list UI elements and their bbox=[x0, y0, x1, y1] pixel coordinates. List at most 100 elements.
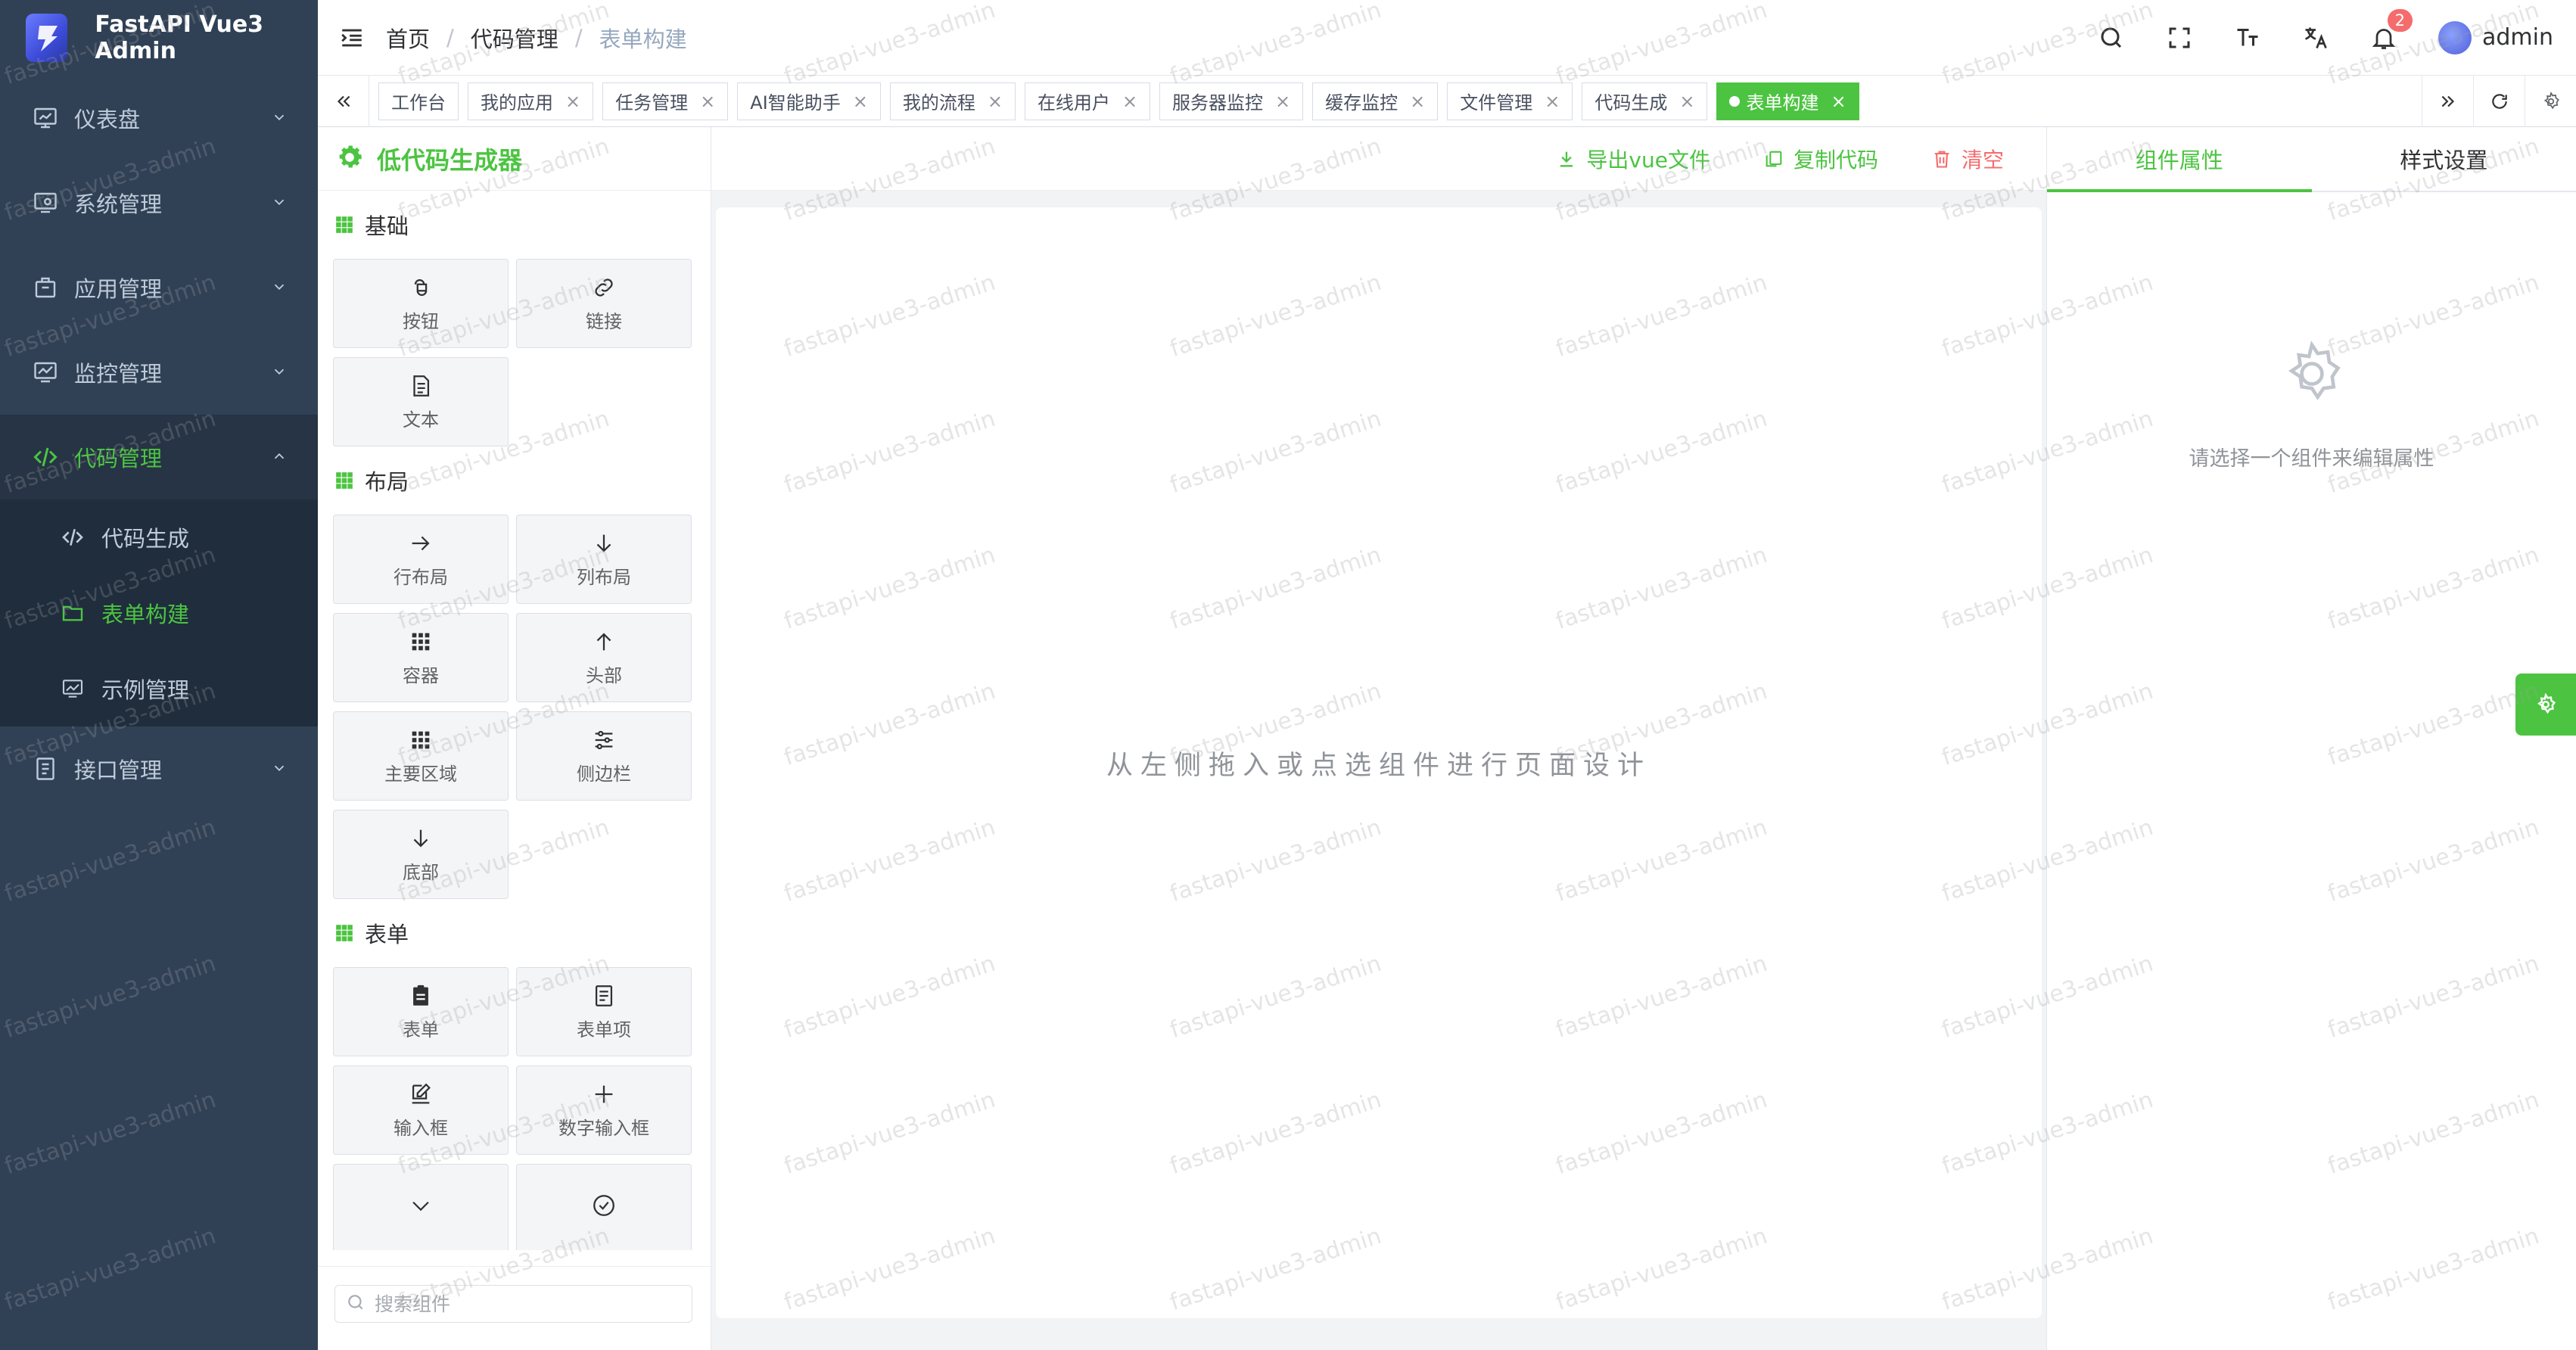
bell-icon[interactable]: 2 bbox=[2370, 8, 2413, 51]
close-icon[interactable]: × bbox=[853, 91, 868, 112]
component-card[interactable]: 表单 bbox=[333, 967, 509, 1056]
form-item-icon bbox=[595, 985, 613, 1006]
settings-float-button[interactable] bbox=[2515, 673, 2576, 736]
fullscreen-icon[interactable] bbox=[2166, 24, 2193, 51]
component-card[interactable]: 链接 bbox=[516, 259, 692, 348]
tab-label: 服务器监控 bbox=[1172, 92, 1264, 114]
tab-label: 在线用户 bbox=[1037, 92, 1110, 114]
close-icon[interactable]: × bbox=[1275, 91, 1290, 112]
refresh-icon[interactable] bbox=[2473, 75, 2525, 127]
arrow-up-icon bbox=[596, 632, 611, 650]
close-icon[interactable]: × bbox=[1679, 91, 1694, 112]
tab-label: 表单构建 bbox=[1746, 92, 1819, 114]
monitor-icon bbox=[30, 357, 61, 387]
tab-6[interactable]: 服务器监控 × bbox=[1159, 82, 1304, 120]
tab-9[interactable]: 代码生成 × bbox=[1582, 82, 1708, 120]
component-card[interactable]: 输入框 bbox=[333, 1065, 509, 1155]
tab-label: 我的流程 bbox=[902, 92, 975, 114]
sidebar-item-dashboard[interactable]: 仪表盘 bbox=[0, 76, 318, 160]
tab-component-props[interactable]: 组件属性 bbox=[2047, 127, 2312, 192]
close-icon[interactable]: × bbox=[700, 91, 715, 112]
search-icon[interactable] bbox=[2098, 24, 2125, 51]
edit-icon bbox=[412, 1083, 431, 1103]
tab-0[interactable]: 工作台 bbox=[378, 82, 459, 120]
component-card[interactable]: 列布局 bbox=[516, 515, 692, 604]
translate-icon[interactable] bbox=[2302, 24, 2329, 51]
tags-scroll-left[interactable] bbox=[318, 75, 369, 127]
close-icon[interactable]: × bbox=[988, 91, 1003, 112]
sidebar-item-label: 示例管理 bbox=[101, 677, 190, 703]
clear-button[interactable]: 清空 bbox=[1931, 144, 2004, 174]
component-card[interactable] bbox=[516, 1164, 692, 1250]
tab-label: 代码生成 bbox=[1594, 92, 1668, 114]
link-icon bbox=[595, 278, 613, 297]
sidebar-item-label: 接口管理 bbox=[74, 757, 163, 783]
sidebar-item-app[interactable]: 应用管理 bbox=[0, 245, 318, 330]
design-canvas[interactable]: 从左侧拖入或点选组件进行页面设计 bbox=[716, 207, 2042, 1318]
tab-1[interactable]: 我的应用 × bbox=[468, 82, 594, 120]
top-header: 首页 / 代码管理 / 表单构建 2 admin bbox=[318, 0, 2576, 76]
component-card[interactable]: 主要区域 bbox=[333, 711, 509, 801]
sidebar-item-system[interactable]: 系统管理 bbox=[0, 160, 318, 245]
sidebar-item-api[interactable]: 接口管理 bbox=[0, 726, 318, 811]
component-card-label: 输入框 bbox=[394, 1117, 448, 1139]
close-icon[interactable]: × bbox=[1831, 91, 1846, 112]
tab-2[interactable]: 任务管理 × bbox=[602, 82, 729, 120]
component-search-input[interactable] bbox=[375, 1292, 692, 1315]
tab-4[interactable]: 我的流程 × bbox=[889, 82, 1016, 120]
component-card[interactable]: 文本 bbox=[333, 357, 509, 446]
component-card[interactable]: 行布局 bbox=[333, 515, 509, 604]
component-card[interactable]: 侧边栏 bbox=[516, 711, 692, 801]
font-size-icon[interactable] bbox=[2234, 24, 2261, 51]
component-list[interactable]: 基础 按钮 链接 文本 布局 行布局 列布局 容器 头部 主要区域 侧边栏 底部 表单 表单 表单项 输入框数… bbox=[318, 191, 711, 1250]
tab-8[interactable]: 文件管理 × bbox=[1447, 82, 1573, 120]
app-logo[interactable]: FastAPI Vue3 Admin bbox=[0, 0, 318, 76]
component-panel-title: 低代码生成器 bbox=[377, 145, 523, 175]
sidebar-item-label: 仪表盘 bbox=[74, 107, 141, 132]
breadcrumb-code[interactable]: 代码管理 bbox=[471, 22, 558, 54]
sidebar-item-form-builder[interactable]: 表单构建 bbox=[0, 575, 318, 651]
tab-3[interactable]: AI智能助手 × bbox=[737, 82, 881, 120]
sidebar-item-code-generate[interactable]: 代码生成 bbox=[0, 499, 318, 575]
api-icon bbox=[30, 754, 61, 784]
tags-scroll-right[interactable] bbox=[2422, 75, 2473, 127]
group-title-label: 布局 bbox=[365, 469, 409, 495]
breadcrumb-home[interactable]: 首页 bbox=[386, 22, 430, 54]
component-card[interactable]: 底部 bbox=[333, 810, 509, 899]
component-card[interactable]: 容器 bbox=[333, 613, 509, 702]
export-vue-button[interactable]: 导出vue文件 bbox=[1556, 144, 1710, 174]
group-title-label: 基础 bbox=[365, 213, 409, 239]
folder-icon bbox=[61, 599, 88, 627]
copy-code-button[interactable]: 复制代码 bbox=[1763, 144, 1878, 174]
breadcrumb: 首页 / 代码管理 / 表单构建 bbox=[386, 22, 687, 54]
component-card[interactable]: 头部 bbox=[516, 613, 692, 702]
avatar bbox=[2438, 20, 2472, 54]
tab-style-settings[interactable]: 样式设置 bbox=[2312, 127, 2576, 191]
sidebar-item-label: 系统管理 bbox=[74, 191, 163, 217]
tab-10[interactable]: 表单构建 × bbox=[1716, 82, 1859, 120]
component-card[interactable] bbox=[333, 1164, 509, 1250]
component-card[interactable]: 数字输入框 bbox=[516, 1065, 692, 1155]
component-card-label: 底部 bbox=[403, 861, 439, 883]
component-card[interactable]: 按钮 bbox=[333, 259, 509, 348]
component-card-label: 数字输入框 bbox=[558, 1117, 649, 1139]
sidebar-item-examples[interactable]: 示例管理 bbox=[0, 651, 318, 726]
sidebar-item-code[interactable]: 代码管理 bbox=[0, 415, 318, 499]
hamburger-icon[interactable] bbox=[318, 25, 386, 51]
component-card-label: 侧边栏 bbox=[577, 763, 631, 785]
component-card[interactable]: 表单项 bbox=[516, 967, 692, 1056]
sidebar-item-monitor[interactable]: 监控管理 bbox=[0, 330, 318, 415]
user-menu[interactable]: admin bbox=[2438, 20, 2553, 54]
close-icon[interactable]: × bbox=[1545, 91, 1560, 112]
search-icon bbox=[346, 1292, 366, 1315]
gear-icon bbox=[2537, 693, 2556, 714]
close-icon[interactable]: × bbox=[1410, 91, 1425, 112]
form-icon bbox=[413, 985, 428, 1006]
close-icon[interactable]: × bbox=[565, 91, 580, 112]
tab-7[interactable]: 缓存监控 × bbox=[1312, 82, 1439, 120]
close-icon[interactable]: × bbox=[1122, 91, 1137, 112]
app-title: FastAPI Vue3 Admin bbox=[95, 11, 264, 64]
sidebar-submenu-code: 代码生成 表单构建 示例管理 bbox=[0, 499, 318, 726]
gear-icon[interactable] bbox=[2525, 75, 2576, 127]
tab-5[interactable]: 在线用户 × bbox=[1024, 82, 1151, 120]
